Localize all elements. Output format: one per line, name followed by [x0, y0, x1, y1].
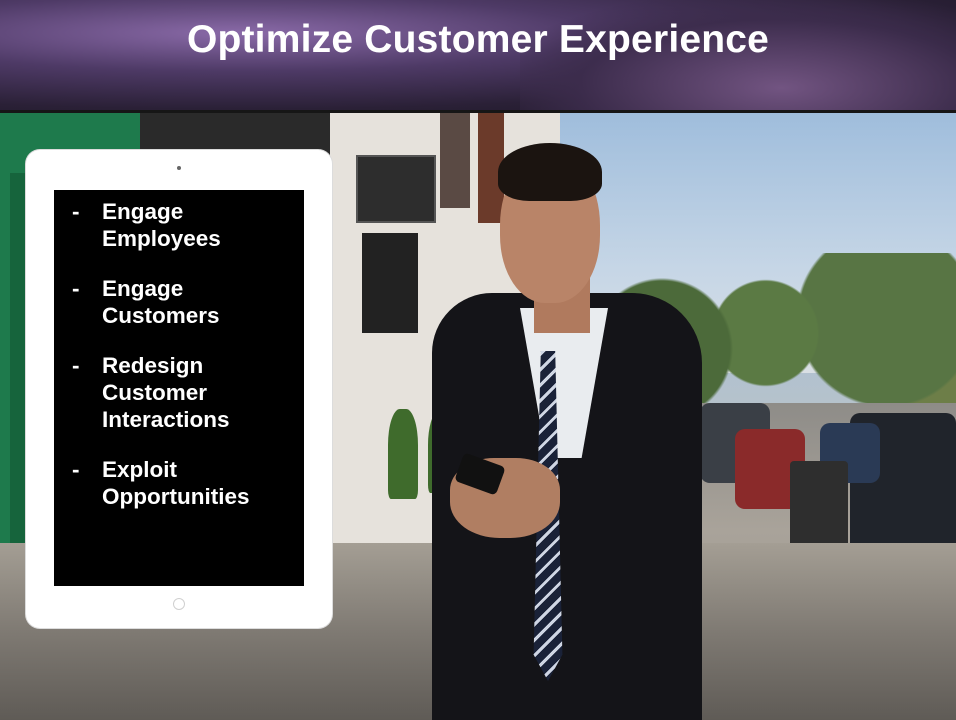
window [440, 113, 470, 208]
tablet-screen: - Engage Employees - Engage Customers - … [54, 190, 304, 586]
bullet-marker: - [72, 276, 80, 301]
tablet-camera-icon [177, 166, 181, 170]
shop-awning [362, 233, 418, 333]
title-banner: Optimize Customer Experience [0, 0, 956, 110]
slide-title: Optimize Customer Experience [186, 18, 770, 61]
businessman-hair [498, 143, 602, 201]
bullet-item: - Engage Customers [54, 275, 304, 329]
bullet-marker: - [72, 199, 80, 224]
bullet-text: Engage Customers [102, 276, 220, 328]
bullet-item: - Exploit Opportunities [54, 456, 304, 510]
slide: Optimize Customer Experience - Engage Em… [0, 0, 956, 720]
tablet-graphic: - Engage Employees - Engage Customers - … [26, 150, 332, 628]
tablet-home-button-icon [173, 598, 185, 610]
bullet-text: Redesign Customer Interactions [102, 353, 230, 432]
bullet-list: - Engage Employees - Engage Customers - … [54, 198, 304, 533]
bullet-text: Exploit Opportunities [102, 457, 250, 509]
bullet-item: - Redesign Customer Interactions [54, 352, 304, 433]
hedge [388, 409, 418, 499]
bullet-item: - Engage Employees [54, 198, 304, 252]
bullet-marker: - [72, 457, 80, 482]
bullet-marker: - [72, 353, 80, 378]
restaurant-sign [356, 155, 436, 223]
bullet-text: Engage Employees [102, 199, 221, 251]
